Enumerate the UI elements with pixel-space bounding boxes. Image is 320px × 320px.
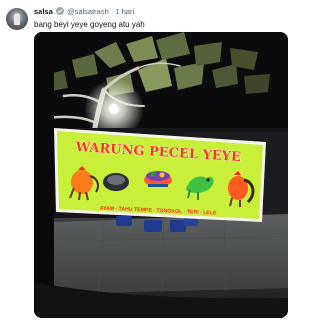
street-lamp — [109, 104, 119, 114]
tweet-photo[interactable]: WARUNG PECEL YEYE AYAM · TAHU TEMPE · TO… — [34, 32, 288, 318]
verified-badge-icon — [55, 7, 64, 15]
wok-illustration — [103, 173, 129, 191]
tweet-time[interactable]: 1 hari — [115, 7, 134, 16]
banner: WARUNG PECEL YEYE AYAM · TAHU TEMPE · TO… — [54, 128, 266, 222]
author-name[interactable]: salsa — [34, 7, 53, 16]
header-separator: · — [110, 7, 114, 16]
tweet-header: salsa @salsatrash · 1 hari — [34, 7, 290, 17]
bowl-illustration — [144, 171, 172, 187]
avatar-figure — [14, 13, 20, 25]
tweet-text: bang beyi yeye goyeng atu yah — [34, 20, 145, 29]
avatar[interactable] — [6, 8, 28, 30]
author-handle[interactable]: @salsatrash — [67, 7, 109, 16]
photo-scene: WARUNG PECEL YEYE AYAM · TAHU TEMPE · TO… — [34, 32, 288, 318]
